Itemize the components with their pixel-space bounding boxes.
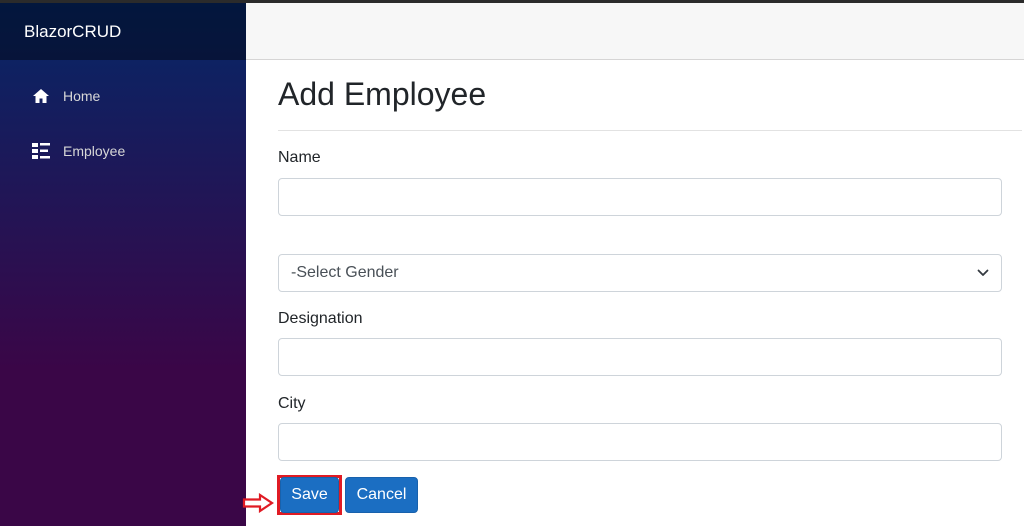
city-input[interactable] — [278, 423, 1002, 461]
title-divider — [278, 130, 1022, 131]
designation-label: Designation — [278, 310, 363, 327]
brand-link[interactable]: BlazorCRUD — [24, 22, 121, 42]
cancel-button[interactable]: Cancel — [345, 477, 418, 513]
designation-input[interactable] — [278, 338, 1002, 376]
sidebar-item-home[interactable]: Home — [16, 76, 230, 116]
top-row — [246, 3, 1024, 60]
save-button[interactable]: Save — [280, 477, 339, 513]
chevron-down-icon — [977, 269, 989, 277]
brand-bar: BlazorCRUD — [0, 3, 246, 60]
sidebar-nav: Home Employee — [0, 60, 246, 171]
list-icon — [31, 141, 51, 161]
sidebar-item-employee[interactable]: Employee — [16, 131, 230, 171]
page-title: Add Employee — [278, 76, 487, 112]
city-label: City — [278, 395, 306, 412]
main-content: Add Employee Name -Select Gender Designa… — [277, 60, 1022, 526]
sidebar: BlazorCRUD Home Employee — [0, 3, 246, 526]
name-input[interactable] — [278, 178, 1002, 216]
gender-select[interactable]: -Select Gender — [278, 254, 1002, 292]
sidebar-item-label: Employee — [63, 143, 126, 159]
pointer-arrow-icon — [242, 493, 274, 513]
home-icon — [31, 86, 51, 106]
name-label: Name — [278, 149, 321, 166]
sidebar-item-label: Home — [63, 88, 101, 104]
app-window: BlazorCRUD Home Employee Add Employee Na… — [0, 0, 1024, 526]
gender-selected-value: -Select Gender — [291, 264, 399, 281]
